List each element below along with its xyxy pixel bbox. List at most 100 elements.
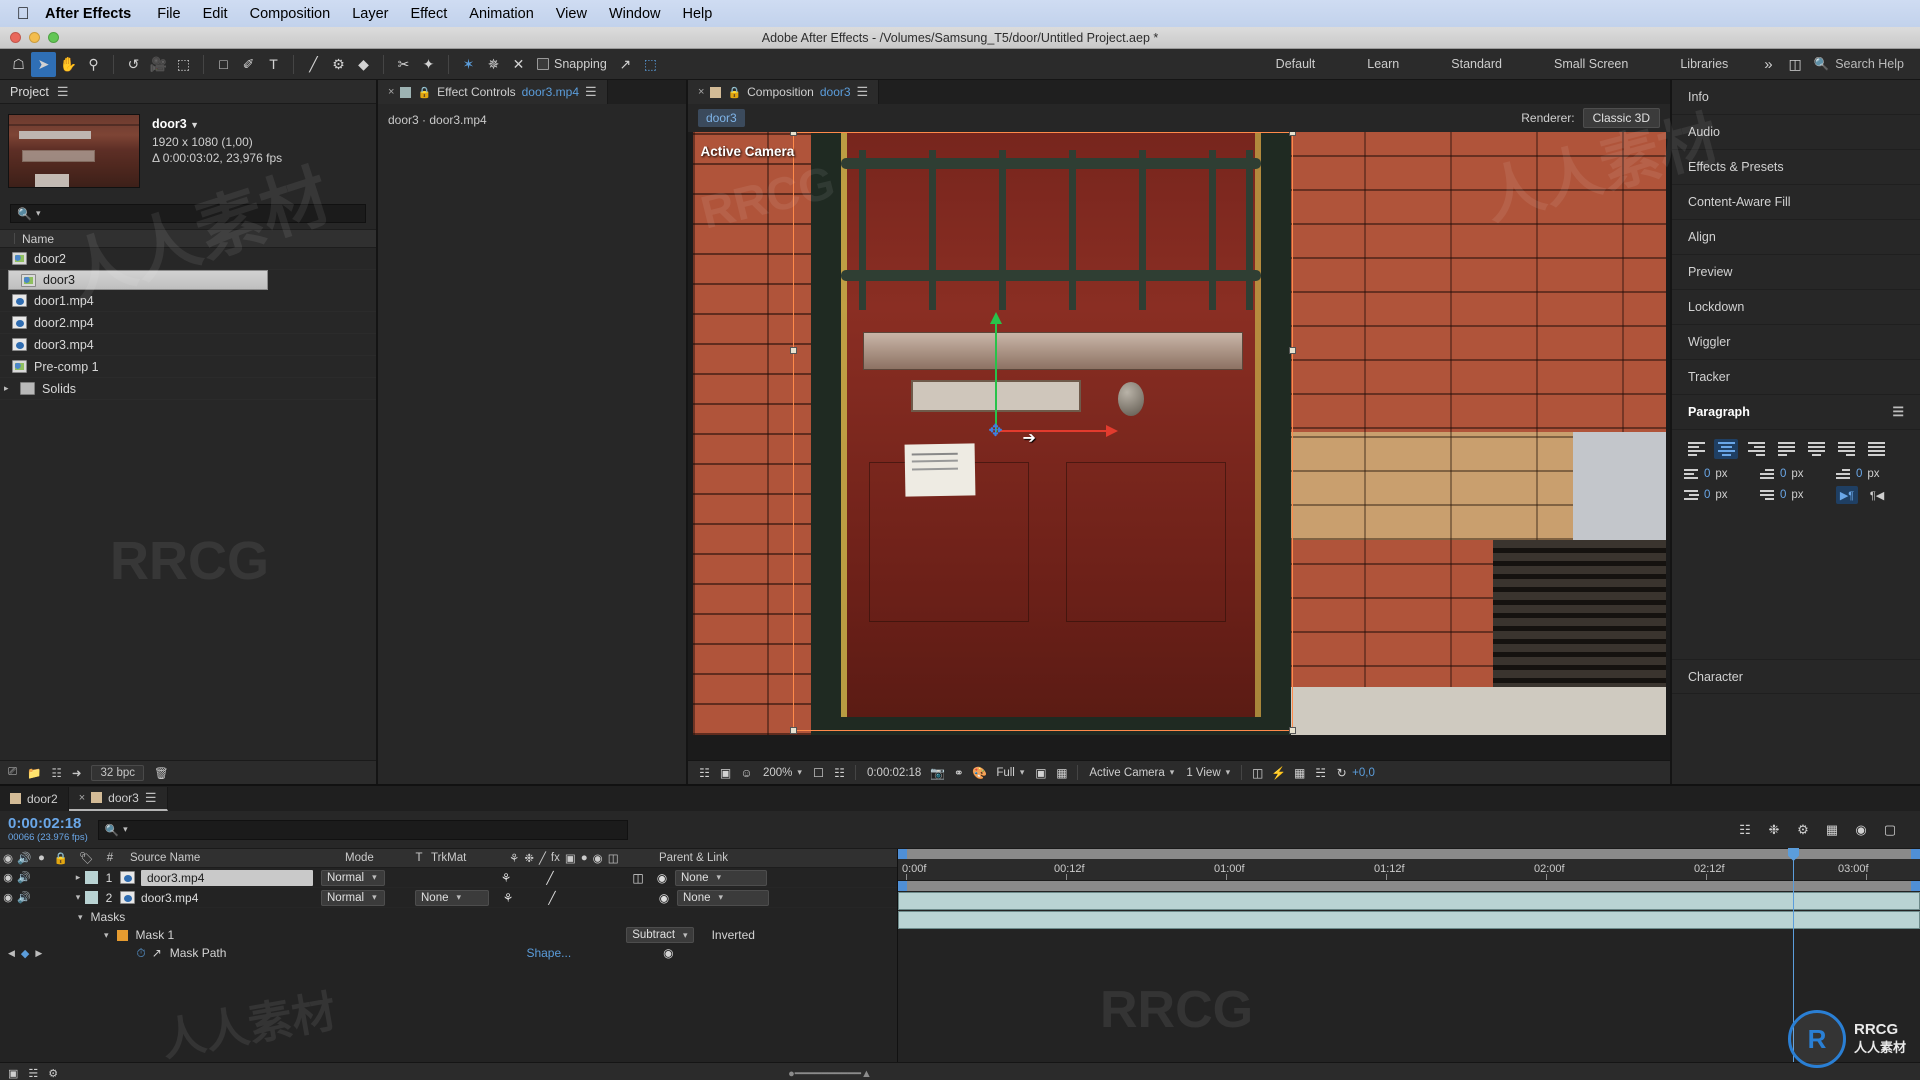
work-area-bar-bottom[interactable] xyxy=(898,881,1920,891)
menu-effect[interactable]: Effect xyxy=(399,6,458,22)
sidebar-item-content-aware-fill[interactable]: Content-Aware Fill xyxy=(1672,185,1920,220)
timeline-icon[interactable]: ▦ xyxy=(1289,762,1310,783)
renderer-value-button[interactable]: Classic 3D xyxy=(1582,108,1660,128)
y-axis-arrow[interactable] xyxy=(989,312,1002,432)
zoom-slider[interactable]: ●━━━━━━━━━━▲ xyxy=(788,1067,872,1080)
menu-view[interactable]: View xyxy=(545,6,598,22)
chevron-right-icon[interactable]: ▸ xyxy=(71,872,85,883)
window-controls[interactable] xyxy=(0,32,59,43)
view-axis-mode-icon[interactable]: ✕ xyxy=(506,52,531,77)
panel-menu-icon[interactable]: ☰ xyxy=(1892,404,1904,420)
chevron-down-icon[interactable]: ▾ xyxy=(78,912,83,923)
shape-tool-icon[interactable]: □ xyxy=(211,52,236,77)
render-queue-icon[interactable]: ⚙ xyxy=(48,1067,58,1080)
indent-last-line-field[interactable]: 0 px xyxy=(1760,486,1834,504)
list-item[interactable]: ▸ Solids xyxy=(0,378,376,400)
menu-help[interactable]: Help xyxy=(672,6,724,22)
anchor-point-icon[interactable]: ✥ xyxy=(987,422,1005,440)
indent-right-margin-field[interactable]: 0 px xyxy=(1684,486,1758,504)
time-ruler[interactable]: 0:00f 00:12f 01:00f 01:12f 02:00f 02:12f… xyxy=(898,859,1920,881)
mask-row[interactable]: ▾ Mask 1 Subtract ▾ Inverted xyxy=(0,926,897,944)
list-item[interactable]: door3.mp4 xyxy=(0,334,376,356)
graph-editor-icon[interactable]: ▢ xyxy=(1880,820,1900,840)
tab-effect-controls[interactable]: × 🔒 Effect Controls door3.mp4 ☰ xyxy=(378,80,608,104)
timeline-graph[interactable]: 0:00f 00:12f 01:00f 01:12f 02:00f 02:12f… xyxy=(898,848,1920,1062)
sidebar-item-audio[interactable]: Audio xyxy=(1672,115,1920,150)
quality-icon[interactable]: ╱ xyxy=(539,871,561,885)
fast-previews-icon[interactable]: ⚡ xyxy=(1268,762,1289,783)
viewer-timecode[interactable]: 0:00:02:18 xyxy=(861,767,927,779)
color-depth-button[interactable]: 32 bpc xyxy=(91,764,145,781)
menu-animation[interactable]: Animation xyxy=(458,6,544,22)
menu-layer[interactable]: Layer xyxy=(341,6,399,22)
apple-logo-icon[interactable]:  xyxy=(10,5,36,22)
workspace-layout-icon[interactable]: ◫ xyxy=(1783,52,1808,77)
sidebar-item-tracker[interactable]: Tracker xyxy=(1672,360,1920,395)
layer-source-name[interactable]: door3.mp4 xyxy=(141,869,313,886)
motion-blur-icon[interactable]: ◉ xyxy=(1851,820,1871,840)
layer-label-swatch[interactable] xyxy=(85,891,98,904)
workspace-tab-standard[interactable]: Standard xyxy=(1425,49,1528,80)
home-icon[interactable]: ☖ xyxy=(6,52,31,77)
snapping-toggle[interactable]: Snapping xyxy=(531,57,613,71)
tab-composition[interactable]: × 🔒 Composition door3 ☰ xyxy=(688,80,880,104)
list-item[interactable]: Pre-comp 1 xyxy=(0,356,376,378)
text-direction-rtl-icon[interactable]: ¶◀ xyxy=(1866,486,1888,504)
interpret-footage-icon[interactable]: ➜ xyxy=(72,766,82,780)
region-of-interest-toggle-icon[interactable]: ▣ xyxy=(1030,762,1051,783)
clone-stamp-tool-icon[interactable]: ⚙ xyxy=(326,52,351,77)
panel-menu-icon[interactable]: ☰ xyxy=(145,790,157,806)
x-axis-arrow[interactable] xyxy=(997,425,1118,437)
justify-last-left-icon[interactable] xyxy=(1774,439,1798,459)
menu-composition[interactable]: Composition xyxy=(239,6,342,22)
text-direction-ltr-icon[interactable]: ▶¶ xyxy=(1836,486,1858,504)
frame-blending-icon[interactable]: ▦ xyxy=(1822,820,1842,840)
3d-layer-icon[interactable]: ◫ xyxy=(627,871,649,885)
project-settings-icon[interactable]: ☷ xyxy=(52,766,62,780)
workspace-tab-default[interactable]: Default xyxy=(1250,49,1342,80)
layer-bar-2[interactable] xyxy=(898,911,1920,929)
local-axis-mode-icon[interactable]: ✶ xyxy=(456,52,481,77)
audio-toggle-icon[interactable]: 🔊 xyxy=(16,871,32,884)
mask-mode-dropdown[interactable]: Subtract ▾ xyxy=(626,927,694,943)
previous-keyframe-icon[interactable]: ◀ xyxy=(8,948,15,959)
chevron-down-icon[interactable]: ▼ xyxy=(190,120,199,130)
magnification-dropdown[interactable]: 200% ▾ xyxy=(757,767,808,779)
justify-last-center-icon[interactable] xyxy=(1804,439,1828,459)
sidebar-item-wiggler[interactable]: Wiggler xyxy=(1672,325,1920,360)
project-search-input[interactable]: 🔍 ▾ xyxy=(10,204,366,223)
workspace-tab-learn[interactable]: Learn xyxy=(1341,49,1425,80)
eraser-tool-icon[interactable]: ◆ xyxy=(351,52,376,77)
video-toggle-icon[interactable]: ◉ xyxy=(0,871,16,884)
indent-left-margin-field[interactable]: 0 px xyxy=(1684,467,1758,480)
menu-app-name[interactable]: After Effects xyxy=(36,6,140,22)
delete-icon[interactable]: 🗑 xyxy=(154,766,169,780)
snapshot-icon[interactable]: 📷 xyxy=(927,762,948,783)
current-time-display[interactable]: 0:00:02:18 00066 (23.976 fps) xyxy=(8,815,88,844)
parent-pickwhip-icon[interactable]: ◉ xyxy=(649,871,675,885)
align-center-icon[interactable] xyxy=(1714,439,1738,459)
next-keyframe-icon[interactable]: ▶ xyxy=(35,948,42,959)
video-toggle-icon[interactable]: ◉ xyxy=(0,891,16,904)
indent-first-line-field[interactable]: 0 px xyxy=(1760,467,1834,480)
type-tool-icon[interactable]: T xyxy=(261,52,286,77)
snapping-arrow-icon[interactable]: ↗ xyxy=(613,52,638,77)
chevron-down-icon[interactable]: ▾ xyxy=(104,930,109,941)
hide-shy-layers-icon[interactable]: ⚙ xyxy=(1793,820,1813,840)
pixel-aspect-correction-icon[interactable]: ◫ xyxy=(1247,762,1268,783)
menu-window[interactable]: Window xyxy=(598,6,672,22)
list-item[interactable]: door2 xyxy=(0,248,376,270)
pen-tool-icon[interactable]: ✐ xyxy=(236,52,261,77)
paragraph-panel-header[interactable]: Paragraph ☰ xyxy=(1672,395,1920,430)
grid-guides-icon[interactable]: ☷ xyxy=(829,762,850,783)
close-icon[interactable]: × xyxy=(388,86,394,98)
tab-timeline-door2[interactable]: door2 xyxy=(0,786,69,811)
transparency-grid-icon[interactable]: ▦ xyxy=(1051,762,1072,783)
sidebar-item-character[interactable]: Character xyxy=(1672,659,1920,694)
region-of-interest-icon[interactable]: ☐ xyxy=(808,762,829,783)
hand-tool-icon[interactable]: ✋ xyxy=(56,52,81,77)
minimize-window-button[interactable] xyxy=(29,32,40,43)
list-item[interactable]: door2.mp4 xyxy=(0,312,376,334)
draft-3d-icon[interactable]: ❉ xyxy=(1764,820,1784,840)
chevron-right-icon[interactable]: ▸ xyxy=(4,383,13,394)
